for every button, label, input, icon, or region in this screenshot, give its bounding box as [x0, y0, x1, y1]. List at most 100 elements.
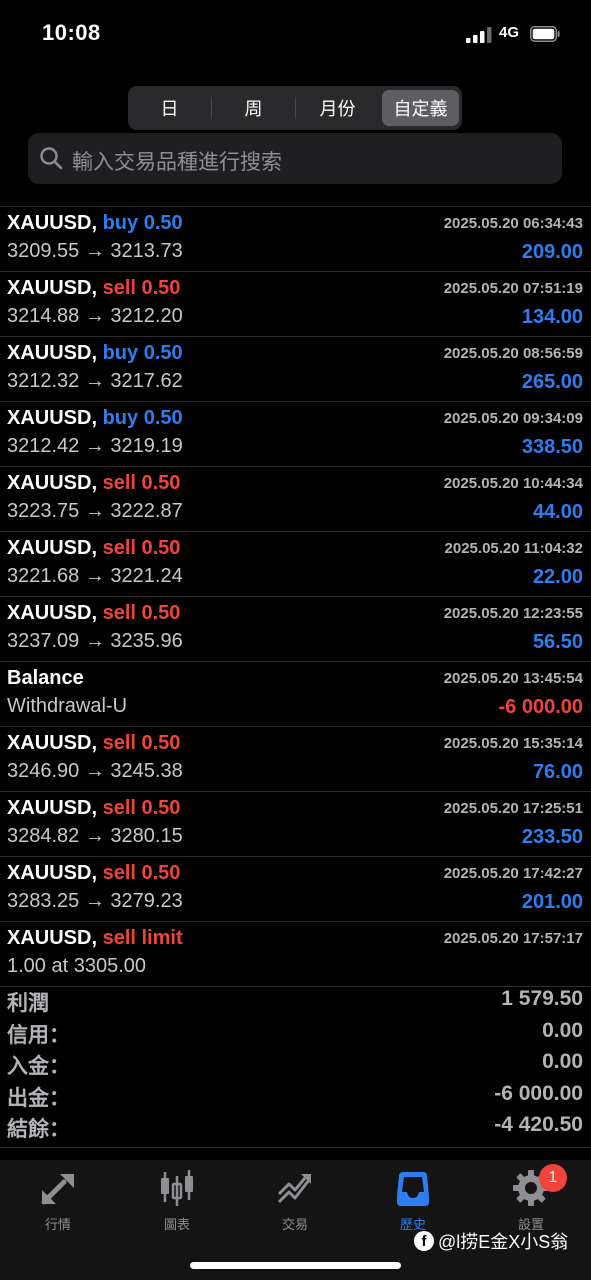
summary-value: -6 000.00: [494, 1081, 583, 1105]
row-symbol: XAUUSD, buy 0.50: [7, 407, 183, 430]
row-prices: 3246.90 → 3245.38: [7, 760, 183, 782]
summary-row: 入金： 0.00: [0, 1048, 591, 1080]
segment-month[interactable]: 月份: [299, 90, 376, 126]
history-row[interactable]: Balance Withdrawal-U 2025.05.20 13:45:54 -…: [0, 662, 591, 727]
trade-side: sell 0.50: [102, 277, 181, 299]
row-prices: 3237.09 → 3235.96: [7, 630, 183, 652]
tab-quotes[interactable]: 行情: [18, 1168, 98, 1233]
trade-side: sell 0.50: [102, 732, 181, 754]
tab-label: 交易: [281, 1217, 308, 1232]
symbol-text: XAUUSD,: [7, 537, 98, 559]
row-symbol: XAUUSD, sell 0.50: [7, 797, 180, 820]
search-placeholder: 輸入交易品種進行搜索: [72, 151, 282, 174]
tab-trade[interactable]: 交易: [255, 1168, 335, 1233]
symbol-text: XAUUSD,: [7, 342, 98, 364]
summary-row: 結餘： -4 420.50: [0, 1111, 591, 1143]
tab-label: 圖表: [163, 1217, 190, 1232]
trade-side: sell 0.50: [102, 472, 181, 494]
row-datetime: 2025.05.20 08:56:59: [443, 345, 583, 362]
trade-side: buy 0.50: [102, 407, 183, 429]
row-symbol: XAUUSD, sell limit: [7, 927, 183, 950]
history-row[interactable]: XAUUSD, buy 0.50 3212.42 → 3219.19 2025.05…: [0, 402, 591, 467]
chart-candles-icon: [161, 1170, 193, 1206]
row-prices: 1.00 at 3305.00: [7, 955, 147, 977]
symbol-text: XAUUSD,: [7, 797, 98, 819]
history-tray-icon: [397, 1172, 429, 1206]
row-profit: 22.00: [532, 566, 583, 588]
summary-row: 出金： -6 000.00: [0, 1080, 591, 1112]
period-segmented-control: 日 周 月份 自定義: [128, 86, 462, 130]
row-profit: 201.00: [521, 891, 583, 913]
symbol-text: XAUUSD,: [7, 472, 98, 494]
history-row[interactable]: XAUUSD, sell 0.50 3223.75 → 3222.87 2025.0…: [0, 467, 591, 532]
summary-label: 信用：: [7, 1023, 70, 1047]
status-bar: 10:08 4G: [0, 0, 591, 72]
symbol-text: Balance: [7, 667, 84, 689]
summary-value: 1 579.50: [501, 987, 583, 1010]
status-time: 10:08: [42, 20, 101, 45]
row-datetime: 2025.05.20 11:04:32: [444, 540, 583, 557]
row-symbol: XAUUSD, sell 0.50: [7, 277, 180, 300]
row-symbol: XAUUSD, sell 0.50: [7, 732, 180, 755]
summary-value: 0.00: [542, 1050, 583, 1073]
trade-side: sell limit: [102, 927, 183, 949]
row-profit: 209.00: [521, 241, 583, 263]
trade-side: sell 0.50: [102, 537, 181, 559]
settings-badge: 1: [539, 1164, 567, 1192]
tab-history[interactable]: 歷史: [373, 1168, 453, 1233]
history-row[interactable]: XAUUSD, sell limit 1.00 at 3305.00 2025.05…: [0, 922, 591, 987]
row-datetime: 2025.05.20 17:42:27: [443, 865, 583, 882]
summary-row: 信用： 0.00: [0, 1017, 591, 1049]
row-datetime: 2025.05.20 06:34:43: [443, 215, 583, 232]
row-datetime: 2025.05.20 07:51:19: [443, 280, 583, 297]
segment-custom[interactable]: 自定義: [382, 90, 459, 126]
history-row[interactable]: XAUUSD, buy 0.50 3212.32 → 3217.62 2025.05…: [0, 337, 591, 402]
symbol-search-field[interactable]: 輸入交易品種進行搜索: [28, 133, 562, 184]
row-prices: 3212.32 → 3217.62: [7, 370, 183, 392]
segment-divider: [295, 97, 296, 119]
symbol-text: XAUUSD,: [7, 277, 98, 299]
trade-side: buy 0.50: [102, 342, 183, 364]
history-row[interactable]: XAUUSD, sell 0.50 3221.68 → 3221.24 2025.0…: [0, 532, 591, 597]
trade-side: sell 0.50: [102, 797, 181, 819]
watermark: f @l捞E金X小S翁: [414, 1228, 568, 1254]
row-datetime: 2025.05.20 09:34:09: [443, 410, 583, 427]
signal-icon: [466, 27, 492, 43]
row-datetime: 2025.05.20 10:44:34: [443, 475, 583, 492]
history-row[interactable]: XAUUSD, sell 0.50 3246.90 → 3245.38 2025.0…: [0, 727, 591, 792]
facebook-icon: f: [414, 1231, 434, 1251]
symbol-text: XAUUSD,: [7, 407, 98, 429]
summary-value: 0.00: [542, 1018, 583, 1042]
row-symbol: XAUUSD, sell 0.50: [7, 472, 180, 495]
trade-side: sell 0.50: [102, 602, 181, 624]
row-profit: 265.00: [521, 371, 583, 393]
symbol-text: XAUUSD,: [7, 212, 98, 234]
row-symbol: Balance: [7, 667, 84, 690]
row-symbol: XAUUSD, sell 0.50: [7, 862, 180, 885]
quotes-icon: [41, 1174, 74, 1205]
history-row[interactable]: XAUUSD, sell 0.50 3284.82 → 3280.15 2025.0…: [0, 792, 591, 857]
symbol-text: XAUUSD,: [7, 732, 98, 754]
history-row[interactable]: XAUUSD, sell 0.50 3283.25 → 3279.23 2025.0…: [0, 857, 591, 922]
history-row[interactable]: XAUUSD, sell 0.50 3237.09 → 3235.96 2025.0…: [0, 597, 591, 662]
summary-label: 出金：: [7, 1086, 70, 1110]
segment-divider: [211, 97, 212, 119]
segment-week[interactable]: 周: [215, 90, 292, 126]
search-icon: [40, 147, 63, 170]
row-datetime: 2025.05.20 12:23:55: [443, 605, 583, 622]
history-row[interactable]: XAUUSD, buy 0.50 3209.55 → 3213.73 2025.05…: [0, 207, 591, 272]
history-row[interactable]: XAUUSD, sell 0.50 3214.88 → 3212.20 2025.0…: [0, 272, 591, 337]
tab-charts[interactable]: 圖表: [137, 1168, 217, 1233]
row-datetime: 2025.05.20 15:35:14: [443, 735, 583, 752]
row-prices: 3212.42 → 3219.19: [7, 435, 183, 457]
row-profit: 44.00: [532, 501, 583, 523]
symbol-text: XAUUSD,: [7, 602, 98, 624]
segment-day[interactable]: 日: [131, 90, 208, 126]
row-datetime: 2025.05.20 17:57:17: [443, 930, 583, 947]
row-prices: Withdrawal-U: [7, 695, 128, 717]
row-prices: 3214.88 → 3212.20: [7, 305, 183, 327]
row-profit: 134.00: [521, 306, 583, 328]
symbol-text: XAUUSD,: [7, 927, 98, 949]
row-symbol: XAUUSD, buy 0.50: [7, 212, 183, 235]
battery-icon: [530, 26, 560, 42]
